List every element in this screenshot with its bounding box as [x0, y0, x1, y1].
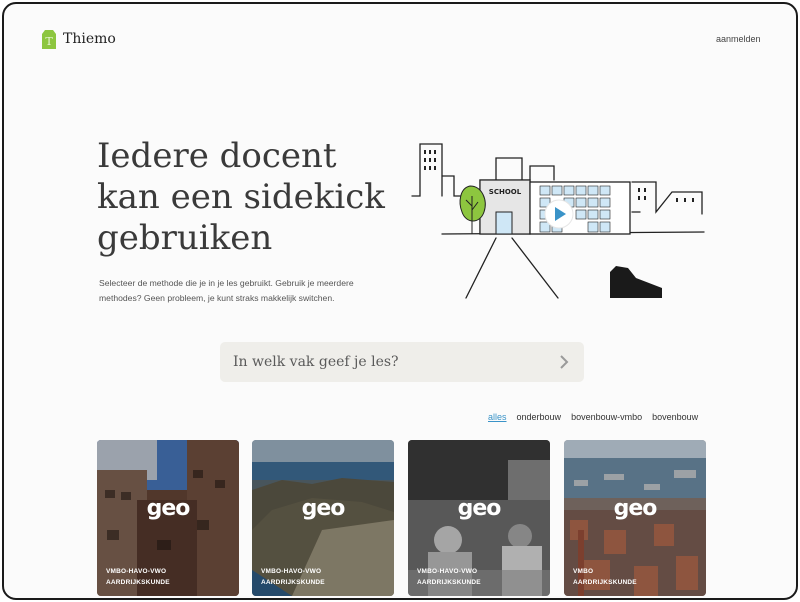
filter-onderbouw[interactable]: onderbouw [517, 412, 562, 422]
svg-text:T: T [45, 35, 53, 48]
card-level: VMBO-HAVO-VWO [106, 568, 167, 575]
card-level: VMBO-HAVO-VWO [261, 568, 322, 575]
brand-name: Thiemo [63, 31, 116, 47]
method-card[interactable]: geo VMBO-HAVO-VWO AARDRIJKSKUNDE [408, 440, 550, 596]
hero-subtitle-line: Selecteer de methode die je in je les ge… [99, 278, 354, 288]
card-brand: geo [146, 496, 191, 521]
card-level: VMBO [573, 568, 594, 575]
hero-title-line: Iedere docent [97, 136, 337, 176]
school-illustration: SCHOOL [411, 143, 705, 299]
play-video-button[interactable] [544, 199, 574, 229]
card-subject: AARDRIJKSKUNDE [417, 579, 481, 586]
card-subject: AARDRIJKSKUNDE [573, 579, 637, 586]
login-link[interactable]: aanmelden [716, 34, 761, 44]
subject-search-input[interactable] [233, 354, 533, 370]
card-brand: geo [613, 496, 658, 521]
chevron-right-icon[interactable] [558, 355, 570, 369]
method-card[interactable]: geo VMBO-HAVO-VWO AARDRIJKSKUNDE [97, 440, 239, 596]
card-brand: geo [457, 496, 502, 521]
method-card[interactable]: geo VMBO AARDRIJKSKUNDE [564, 440, 706, 596]
card-subject: AARDRIJKSKUNDE [106, 579, 170, 586]
card-subject: AARDRIJKSKUNDE [261, 579, 325, 586]
filter-bovenbouw-vmbo[interactable]: bovenbouw-vmbo [571, 412, 642, 422]
hero-title-line: gebruiken [97, 218, 273, 258]
school-sign: SCHOOL [489, 188, 522, 196]
card-brand: geo [301, 496, 346, 521]
filter-bovenbouw[interactable]: bovenbouw [652, 412, 698, 422]
level-filter: alles onderbouw bovenbouw-vmbo bovenbouw [488, 412, 698, 422]
hero-title-line: kan een sidekick [97, 177, 385, 217]
thiemo-logo-icon: T [42, 30, 56, 49]
logo[interactable]: T Thiemo [40, 28, 116, 50]
method-card[interactable]: geo VMBO-HAVO-VWO AARDRIJKSKUNDE [252, 440, 394, 596]
hero-subtitle: Selecteer de methode die je in je les ge… [99, 276, 399, 306]
filter-alles[interactable]: alles [488, 412, 507, 422]
hero-subtitle-line: methodes? Geen probleem, je kunt straks … [99, 293, 335, 303]
subject-search[interactable] [220, 342, 584, 382]
app-frame: T Thiemo aanmelden Iedere docent kan een… [2, 2, 798, 600]
card-level: VMBO-HAVO-VWO [417, 568, 478, 575]
hero-title: Iedere docent kan een sidekick gebruiken [97, 136, 417, 259]
